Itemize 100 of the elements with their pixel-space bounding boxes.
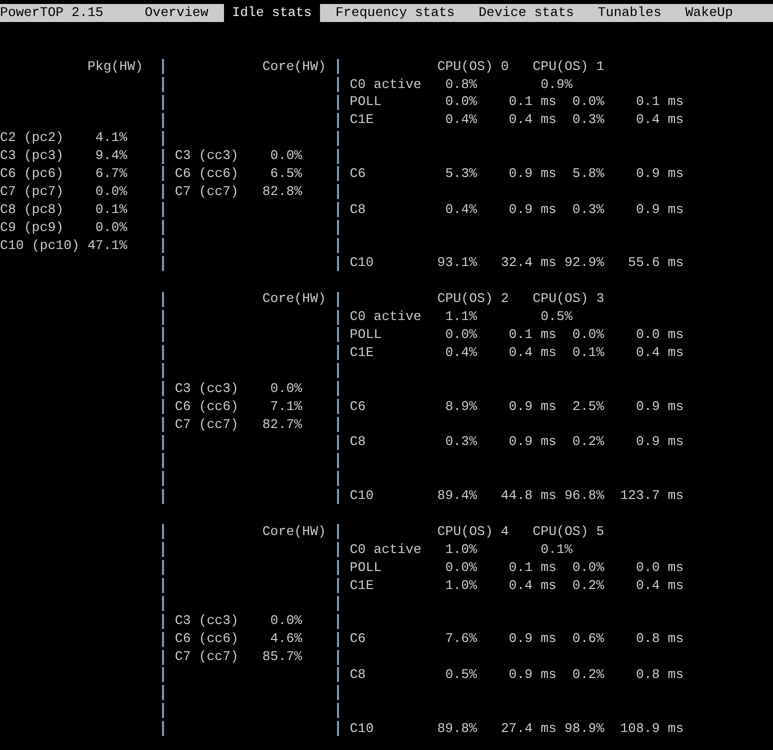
duration-value: 27.4 ms [500,720,556,738]
state-label: C8 [350,433,366,452]
duration-value: 123.7 ms [620,487,684,505]
duration-value: 0.9 ms [508,398,556,416]
percentage-value: 0.8% [445,76,477,94]
percentage-value: 6.7% [95,165,128,183]
percentage-value: 0.0% [270,147,302,166]
percentage-value: 1.0% [445,540,477,559]
percentage-value: 0.4% [445,200,477,219]
duration-value: 0.8 ms [636,630,684,648]
tab[interactable]: Tunables [590,4,670,22]
percentage-value: 0.0% [445,326,477,344]
duration-value: 0.0 ms [636,326,684,344]
state-label: C1E [350,576,374,594]
duration-value: 0.1 ms [508,558,556,577]
state-label: C7 (cc7) [174,182,239,201]
percentage-value: 98.9% [564,720,604,738]
state-label: POLL [350,558,382,577]
percentage-value: 82.8% [262,182,302,201]
column-heading: CPU(OS) 5 [532,522,604,541]
percentage-value: 96.8% [564,487,604,505]
state-label: C7 (cc7) [174,648,239,666]
percentage-value: 0.5% [445,666,477,684]
percentage-value: 0.9% [540,76,572,94]
column-heading: CPU(OS) 0 [437,58,509,76]
percentage-value: 82.7% [262,416,302,434]
duration-value: 0.4 ms [636,576,684,594]
tab[interactable]: WakeUp [677,4,741,22]
state-label: C6 [350,630,366,648]
state-label: C8 (pc8) [0,200,64,219]
state-label: C3 (cc3) [174,380,239,398]
percentage-value: 0.3% [572,200,604,219]
percentage-value: 0.0% [445,93,477,112]
percentage-value: 7.6% [445,630,477,648]
percentage-value: 0.1% [95,200,128,219]
percentage-value: 0.1% [572,344,604,362]
percentage-value: 1.1% [445,308,477,326]
tab[interactable]: Idle stats [224,4,320,22]
duration-value: 0.9 ms [508,165,556,183]
percentage-value: 0.2% [572,666,604,684]
duration-value: 0.9 ms [508,200,556,219]
percentage-value: 85.7% [262,648,302,666]
percentage-value: 92.9% [564,254,604,272]
state-label: POLL [350,326,382,344]
app-title: PowerTOP 2.15 [0,4,104,22]
percentage-value: 0.0% [95,182,128,201]
percentage-value: 0.3% [445,433,477,452]
percentage-value: 0.1% [540,540,572,559]
percentage-value: 0.4% [445,111,477,130]
duration-value: 0.4 ms [636,344,684,362]
state-label: C3 (cc3) [174,612,239,630]
column-heading: Pkg(HW) [87,58,144,76]
percentage-value: 0.0% [572,326,604,344]
column-heading: CPU(OS) 3 [532,290,604,308]
percentage-value: 47.1% [87,236,128,254]
duration-value: 0.9 ms [508,433,556,452]
state-label: C10 (pc10) [0,236,80,254]
tab[interactable]: Overview [136,4,216,22]
percentage-value: 0.0% [270,380,302,398]
state-label: C6 [350,165,366,183]
duration-value: 44.8 ms [500,487,556,505]
column-heading: Core(HW) [262,522,326,541]
state-label: C10 [350,487,374,505]
column-heading: Core(HW) [262,290,326,308]
percentage-value: 0.3% [572,111,604,130]
percentage-value: 0.0% [572,558,604,577]
state-label: C7 (pc7) [0,182,64,201]
state-label: C6 (pc6) [0,165,64,183]
percentage-value: 89.8% [437,720,477,738]
duration-value: 0.4 ms [636,111,684,130]
state-label: C6 (cc6) [174,165,239,183]
percentage-value: 7.1% [270,398,302,416]
percentage-value: 89.4% [437,487,477,505]
duration-value: 0.9 ms [636,433,684,452]
percentage-value: 0.0% [445,558,477,577]
duration-value: 0.8 ms [636,666,684,684]
percentage-value: 4.6% [270,630,302,648]
state-label: C3 (pc3) [0,147,64,166]
duration-value: 108.9 ms [620,720,684,738]
state-label: C6 (cc6) [174,398,239,416]
percentage-value: 0.4% [445,344,477,362]
state-label: C3 (cc3) [174,147,239,166]
percentage-value: 8.9% [445,398,477,416]
state-label: POLL [350,93,382,112]
state-label: C0 active [350,76,422,94]
percentage-value: 0.0% [270,612,302,630]
tab[interactable]: Frequency stats [328,4,463,22]
percentage-value: 0.2% [572,433,604,452]
state-label: C7 (cc7) [174,416,239,434]
percentage-value: 4.1% [95,129,128,148]
state-label: C9 (pc9) [0,218,64,237]
state-label: C6 [350,398,366,416]
state-label: C2 (pc2) [0,129,64,148]
percentage-value: 93.1% [437,254,477,272]
tab[interactable]: Device stats [470,4,582,22]
duration-value: 0.1 ms [508,326,556,344]
state-label: C10 [350,254,374,272]
state-label: C0 active [350,308,422,326]
column-heading: CPU(OS) 1 [532,58,604,76]
duration-value: 0.1 ms [508,93,556,112]
